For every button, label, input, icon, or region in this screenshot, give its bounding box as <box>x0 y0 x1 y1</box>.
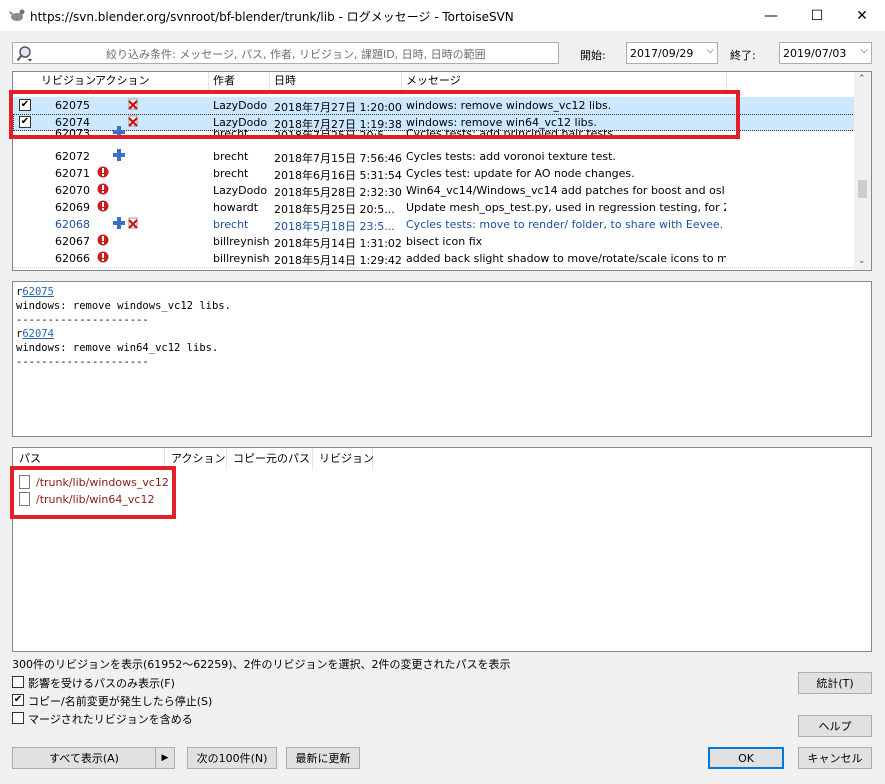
column-header-path-revision[interactable]: リビジョン <box>313 448 374 470</box>
tortoisesvn-app-icon <box>9 9 25 21</box>
scroll-down-icon[interactable]: ⌄ <box>858 256 866 266</box>
revision-row[interactable]: 62070 LazyDodo 2018年5月28日 2:32:30 Win64_vc1… <box>13 182 855 199</box>
show-all-dropdown-arrow[interactable]: ▶ <box>155 747 175 769</box>
column-header-revision[interactable]: リビジョン <box>13 72 96 90</box>
message-line: --------------------- <box>16 356 149 368</box>
column-header-date[interactable]: 日時 <box>270 72 402 90</box>
revision-number: 62071 <box>55 167 90 180</box>
log-scrollbar[interactable]: ⌃ ⌄ <box>854 72 871 270</box>
revision-row[interactable]: 62071 brecht 2018年6月16日 5:31:54 Cycles test… <box>13 165 855 182</box>
minimize-button[interactable]: — <box>748 0 794 31</box>
message-line: --------------------- <box>16 314 149 326</box>
window-title: https://svn.blender.org/svnroot/bf-blend… <box>30 10 514 24</box>
revision-row[interactable]: 62067 billreynish 2018年5月14日 1:31:02 bisect… <box>13 233 855 250</box>
modify-action-icon <box>97 200 109 212</box>
revision-date: 2018年7月15日 7:56:46 <box>274 152 402 165</box>
revision-author: billreynish <box>213 235 270 248</box>
revision-author: howardt <box>213 201 259 214</box>
show-all-button[interactable]: すべて表示(A) <box>12 747 156 769</box>
modify-action-icon <box>97 166 109 178</box>
log-message-pane[interactable]: r62075 windows: remove windows_vc12 libs.… <box>12 281 872 437</box>
add-action-icon <box>113 217 125 229</box>
revision-row-clipped[interactable] <box>13 267 855 270</box>
revision-author: brecht <box>213 150 249 163</box>
highlight-changed-paths <box>10 466 176 519</box>
from-date-value: 2017/09/29 <box>630 47 694 60</box>
revision-author: billreynish <box>213 252 270 265</box>
revision-message: Win64_vc14/Windows_vc14 add patches for … <box>406 184 726 197</box>
revision-link[interactable]: 62075 <box>22 286 54 298</box>
revision-message: Update mesh_ops_test.py, used in regress… <box>406 201 726 214</box>
from-date-picker[interactable]: 2017/09/29 ⌵ <box>626 42 718 64</box>
revision-number: 62067 <box>55 235 90 248</box>
maximize-button[interactable]: ☐ <box>794 0 840 31</box>
revision-author: LazyDodo <box>213 184 268 197</box>
include-merged-checkbox[interactable] <box>12 712 24 724</box>
chevron-down-icon: ⌵ <box>860 45 868 56</box>
revision-date: 2018年5月28日 2:32:30 <box>274 186 402 199</box>
revision-row[interactable]: 62068 brecht 2018年5月18日 23:5... Cycles test… <box>13 216 855 233</box>
revision-number: 62069 <box>55 201 90 214</box>
ok-button[interactable]: OK <box>708 747 784 769</box>
revision-link-line[interactable]: r62074 <box>16 328 54 340</box>
revision-author: brecht <box>213 218 249 231</box>
revision-message: added back slight shadow to move/rotate/… <box>406 252 726 265</box>
modify-action-icon <box>97 234 109 246</box>
revision-number: 62066 <box>55 252 90 265</box>
revision-date: 2018年5月18日 23:5... <box>274 220 395 233</box>
close-button[interactable]: ✕ <box>839 0 885 31</box>
checkmark-icon: ✔ <box>13 694 23 705</box>
from-date-label: 開始: <box>580 49 606 62</box>
scroll-thumb[interactable] <box>858 180 867 198</box>
to-date-value: 2019/07/03 <box>783 47 847 60</box>
add-action-icon <box>113 149 125 161</box>
revision-message: Cycles tests: add voronoi texture test. <box>406 150 616 163</box>
status-text: 300件のリビジョンを表示(61952〜62259)、2件のリビジョンを選択、2… <box>12 658 511 671</box>
modify-action-icon <box>97 251 109 263</box>
highlight-selected-revisions <box>9 90 740 139</box>
message-line: windows: remove windows_vc12 libs. <box>16 300 231 312</box>
revision-row[interactable]: 62069 howardt 2018年5月25日 20:5... Update mes… <box>13 199 855 216</box>
revision-row[interactable]: 62066 billreynish 2018年5月14日 1:29:42 added … <box>13 250 855 267</box>
revision-row[interactable]: 62072 brecht 2018年7月15日 7:56:46 Cycles test… <box>13 148 855 165</box>
revision-date: 2018年6月16日 5:31:54 <box>274 169 402 182</box>
revision-message: Cycles test: update for AO node changes. <box>406 167 635 180</box>
chevron-down-icon: ⌵ <box>706 45 714 56</box>
scroll-up-icon[interactable]: ⌃ <box>858 74 866 84</box>
next-100-button[interactable]: 次の100件(N) <box>187 747 277 769</box>
title-bar: https://svn.blender.org/svnroot/bf-blend… <box>0 0 885 31</box>
to-date-picker[interactable]: 2019/07/03 ⌵ <box>779 42 872 64</box>
revision-message: Cycles tests: move to render/ folder, to… <box>406 218 724 231</box>
column-header-action[interactable]: アクション <box>91 72 209 90</box>
revision-link-line[interactable]: r62075 <box>16 286 54 298</box>
filter-placeholder: 絞り込み条件: メッセージ, パス, 作者, リビジョン, 課題ID, 日時, … <box>106 48 486 61</box>
revision-number: 62072 <box>55 150 90 163</box>
revision-number: 62068 <box>55 218 90 231</box>
delete-action-icon <box>127 217 139 229</box>
filter-input[interactable]: 絞り込み条件: メッセージ, パス, 作者, リビジョン, 課題ID, 日時, … <box>12 42 559 64</box>
include-merged-label[interactable]: マージされたリビジョンを含める <box>28 711 193 727</box>
cancel-button[interactable]: キャンセル <box>798 747 872 769</box>
column-header-message[interactable]: メッセージ <box>402 72 727 90</box>
statistics-button[interactable]: 統計(T) <box>798 672 872 694</box>
revision-date: 2018年5月14日 1:31:02 <box>274 237 402 250</box>
revision-number: 62070 <box>55 184 90 197</box>
column-header-copy-from[interactable]: コピー元のパス <box>227 448 313 470</box>
column-header-author[interactable]: 作者 <box>209 72 270 90</box>
revision-message: bisect icon fix <box>406 235 483 248</box>
stop-on-copy-checkbox[interactable]: ✔ <box>12 694 24 706</box>
revision-link[interactable]: 62074 <box>22 328 54 340</box>
revision-date: 2018年5月25日 20:5... <box>274 203 395 216</box>
revision-date: 2018年5月14日 1:29:42 <box>274 254 402 267</box>
stop-on-copy-label[interactable]: コピー/名前変更が発生したら停止(S) <box>28 693 212 709</box>
affected-only-checkbox[interactable] <box>12 676 24 688</box>
help-button[interactable]: ヘルプ <box>798 715 872 737</box>
revision-author: brecht <box>213 167 249 180</box>
search-icon[interactable] <box>16 45 34 63</box>
affected-only-label[interactable]: 影響を受けるパスのみ表示(F) <box>28 675 175 691</box>
refresh-button[interactable]: 最新に更新 <box>286 747 360 769</box>
to-date-label: 終了: <box>730 49 756 62</box>
message-line: windows: remove win64_vc12 libs. <box>16 342 219 354</box>
modify-action-icon <box>97 183 109 195</box>
